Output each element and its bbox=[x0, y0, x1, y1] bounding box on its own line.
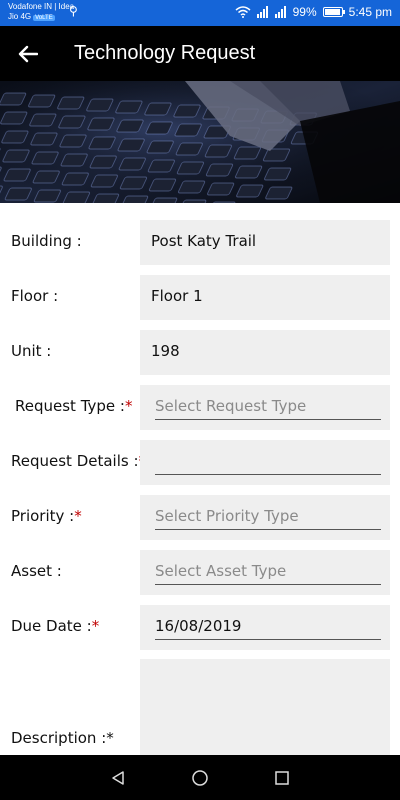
request-details-underline bbox=[155, 474, 381, 475]
nav-back-icon[interactable] bbox=[108, 768, 128, 788]
unit-label: Unit : bbox=[11, 342, 52, 360]
required-marker: * bbox=[74, 507, 82, 525]
priority-placeholder: Select Priority Type bbox=[155, 507, 299, 525]
asset-row: Asset : Select Asset Type bbox=[0, 550, 400, 595]
asset-select[interactable]: Select Asset Type bbox=[140, 550, 390, 595]
request-type-placeholder: Select Request Type bbox=[155, 397, 307, 415]
request-type-underline bbox=[155, 419, 381, 420]
priority-underline bbox=[155, 529, 381, 530]
unit-row: Unit : 198 bbox=[0, 330, 400, 375]
request-details-input[interactable] bbox=[140, 440, 390, 485]
volte-badge: VoLTE bbox=[33, 15, 55, 21]
request-type-row: Request Type :* Select Request Type bbox=[0, 385, 400, 430]
building-label: Building : bbox=[11, 232, 82, 250]
asset-placeholder: Select Asset Type bbox=[155, 562, 287, 580]
due-date-label: Due Date :* bbox=[11, 617, 100, 635]
status-bar: Vodafone IN | Idea Jio 4G VoLTE ⚲ 99% 5:4… bbox=[0, 0, 400, 26]
due-date-row: Due Date :* 16/08/2019 bbox=[0, 605, 400, 650]
asset-underline bbox=[155, 584, 381, 585]
page-title: Technology Request bbox=[74, 42, 256, 64]
due-date-value: 16/08/2019 bbox=[155, 617, 242, 635]
request-details-label: Request Details :* bbox=[11, 452, 146, 470]
usb-icon: ⚲ bbox=[69, 4, 78, 18]
priority-row: Priority :* Select Priority Type bbox=[0, 495, 400, 540]
unit-field: 198 bbox=[140, 330, 390, 375]
battery-fill bbox=[324, 9, 341, 15]
due-date-input[interactable]: 16/08/2019 bbox=[140, 605, 390, 650]
asset-label: Asset : bbox=[11, 562, 62, 580]
required-marker: * bbox=[106, 729, 114, 747]
building-value: Post Katy Trail bbox=[151, 232, 257, 250]
wifi-icon bbox=[235, 6, 251, 18]
building-row: Building : Post Katy Trail bbox=[0, 220, 400, 265]
due-date-underline bbox=[155, 639, 381, 640]
request-details-row: Request Details :* bbox=[0, 440, 400, 485]
priority-select[interactable]: Select Priority Type bbox=[140, 495, 390, 540]
clock: 5:45 pm bbox=[348, 5, 392, 19]
nav-recents-icon[interactable] bbox=[272, 768, 292, 788]
floor-row: Floor : Floor 1 bbox=[0, 275, 400, 320]
carrier-info: Vodafone IN | Idea Jio 4G VoLTE bbox=[8, 2, 74, 23]
back-arrow-icon[interactable] bbox=[0, 26, 56, 81]
required-marker: * bbox=[91, 617, 100, 635]
request-type-select[interactable]: Select Request Type bbox=[140, 385, 390, 430]
signal-icon-2 bbox=[274, 6, 286, 18]
description-label: Description :* bbox=[11, 729, 114, 747]
status-right: 99% 5:45 pm bbox=[235, 5, 392, 19]
battery-icon bbox=[322, 7, 345, 17]
carrier-line-2: Jio 4G bbox=[8, 12, 32, 21]
signal-icon-1 bbox=[256, 6, 268, 18]
priority-label: Priority :* bbox=[11, 507, 82, 525]
system-nav-bar bbox=[0, 755, 400, 800]
floor-label: Floor : bbox=[11, 287, 59, 305]
description-input[interactable] bbox=[140, 659, 390, 759]
floor-value: Floor 1 bbox=[151, 287, 203, 305]
app-bar: Technology Request bbox=[0, 26, 400, 81]
carrier-line-1: Vodafone IN | Idea bbox=[8, 2, 75, 11]
battery-percent: 99% bbox=[292, 5, 317, 19]
unit-value: 198 bbox=[151, 342, 180, 360]
keyboard-banner-image bbox=[0, 81, 400, 203]
request-type-label: Request Type :* bbox=[15, 397, 133, 415]
floor-field: Floor 1 bbox=[140, 275, 390, 320]
required-marker: * bbox=[124, 397, 133, 415]
nav-home-icon[interactable] bbox=[190, 768, 210, 788]
building-field: Post Katy Trail bbox=[140, 220, 390, 265]
